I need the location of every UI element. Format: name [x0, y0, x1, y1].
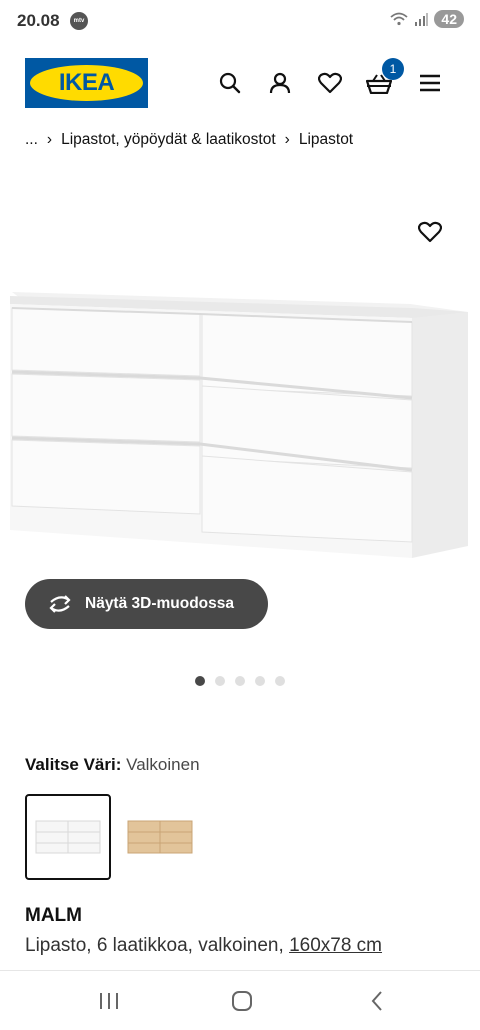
recent-apps-icon[interactable]: [95, 987, 123, 1015]
cart-count-badge: 1: [382, 58, 404, 80]
view-3d-button[interactable]: Näytä 3D-muodossa: [25, 579, 268, 629]
rotate-3d-icon: [49, 595, 71, 613]
wifi-icon: [390, 12, 409, 26]
product-description: Lipasto, 6 laatikkoa, valkoinen, 160x78 …: [25, 935, 382, 957]
carousel-dot[interactable]: [195, 676, 205, 686]
heart-icon[interactable]: [317, 70, 343, 96]
color-selector-label: Valitse Väri: Valkoinen: [25, 755, 200, 775]
product-size-link[interactable]: 160x78 cm: [289, 935, 382, 956]
menu-icon[interactable]: [417, 70, 443, 96]
color-swatch-white[interactable]: [25, 794, 111, 880]
color-value: Valkoinen: [126, 755, 200, 774]
signal-icon: [415, 13, 429, 26]
battery-indicator: 42: [434, 10, 464, 28]
breadcrumb-link-dressers[interactable]: Lipastot: [299, 131, 353, 149]
mtv-notification-icon: mtv: [70, 12, 88, 30]
product-description-text: Lipasto, 6 laatikkoa, valkoinen,: [25, 935, 284, 956]
dresser-illustration: [10, 292, 468, 558]
breadcrumb-separator-icon: ›: [46, 131, 53, 148]
status-bar: 20.08 mtv 42: [0, 0, 480, 44]
ikea-logo[interactable]: IKEA: [25, 58, 148, 108]
color-label: Valitse Väri:: [25, 755, 122, 774]
breadcrumb-link-dressers-category[interactable]: Lipastot, yöpöydät & laatikostot: [61, 131, 276, 149]
view-3d-label: Näytä 3D-muodossa: [85, 595, 235, 612]
breadcrumb-ellipsis[interactable]: ...: [25, 131, 38, 149]
back-icon[interactable]: [363, 987, 391, 1015]
add-to-wishlist-heart-icon[interactable]: [416, 218, 444, 246]
system-icons: 42: [390, 10, 464, 28]
logo-oval: IKEA: [30, 65, 143, 101]
user-icon[interactable]: [267, 70, 293, 96]
search-icon[interactable]: [217, 70, 243, 96]
image-carousel-dots: [195, 676, 285, 686]
carousel-dot[interactable]: [235, 676, 245, 686]
site-header: IKEA 1: [0, 56, 480, 110]
system-navigation-bar: [0, 970, 480, 1030]
logo-text: IKEA: [58, 69, 115, 96]
color-swatch-oak[interactable]: [117, 794, 203, 880]
product-image[interactable]: [0, 200, 480, 600]
white-dresser-thumbnail: [35, 820, 101, 854]
product-name: MALM: [25, 905, 82, 926]
status-time: 20.08: [17, 11, 60, 30]
carousel-dot[interactable]: [255, 676, 265, 686]
breadcrumb: ... › Lipastot, yöpöydät & laatikostot ›…: [25, 131, 353, 149]
carousel-dot[interactable]: [275, 676, 285, 686]
oak-dresser-thumbnail: [127, 820, 193, 854]
breadcrumb-separator-icon: ›: [284, 131, 290, 148]
home-icon[interactable]: [228, 987, 256, 1015]
carousel-dot[interactable]: [215, 676, 225, 686]
